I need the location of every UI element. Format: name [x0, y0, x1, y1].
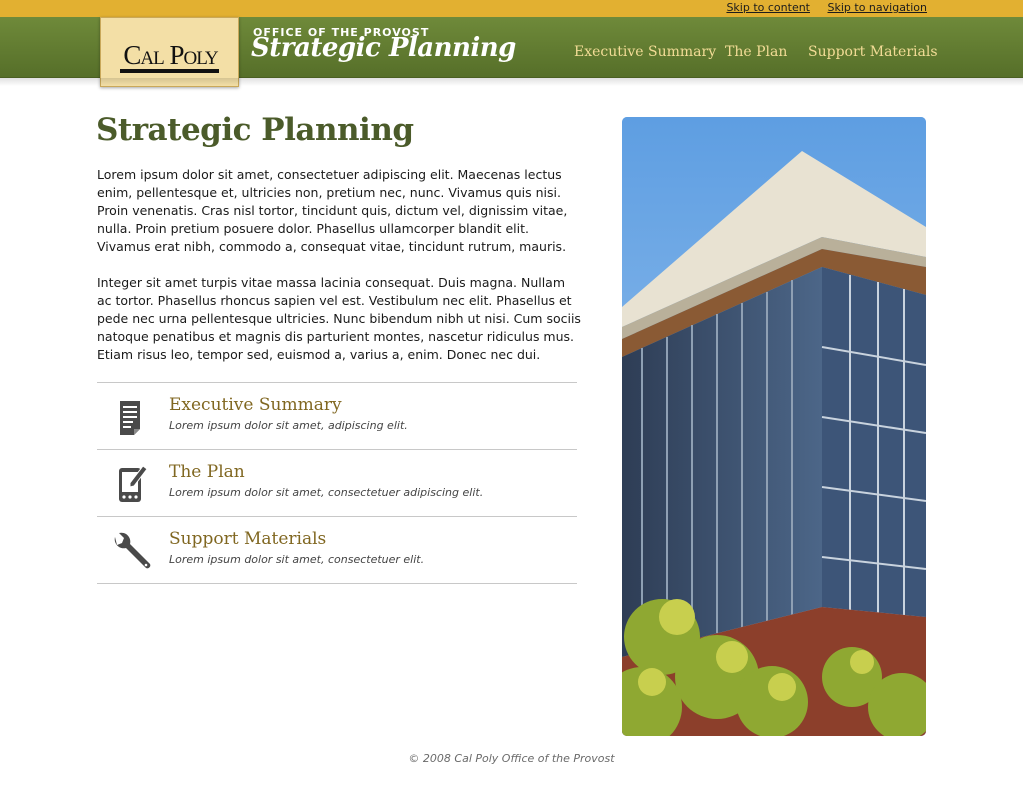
tablet-pen-icon — [119, 465, 148, 502]
feature-support-materials[interactable]: Support Materials Lorem ipsum dolor sit … — [97, 517, 577, 584]
skip-to-content-link[interactable]: Skip to content — [726, 1, 810, 14]
header-shadow — [0, 78, 1023, 86]
nav-support-materials[interactable]: Support Materials — [808, 44, 938, 60]
feature-title[interactable]: Support Materials — [169, 529, 326, 549]
intro-paragraph: Lorem ipsum dolor sit amet, consectetuer… — [97, 167, 568, 254]
feature-executive-summary[interactable]: Executive Summary Lorem ipsum dolor sit … — [97, 383, 577, 450]
feature-description: Lorem ipsum dolor sit amet, adipiscing e… — [169, 419, 408, 432]
building-illustration — [622, 117, 926, 736]
nav-the-plan[interactable]: The Plan — [725, 44, 787, 60]
nav-executive-summary[interactable]: Executive Summary — [574, 44, 716, 60]
footer-copyright: © 2008 Cal Poly Office of the Provost — [408, 752, 615, 765]
wrench-icon — [114, 532, 151, 569]
feature-list: Executive Summary Lorem ipsum dolor sit … — [97, 382, 577, 584]
logo-underline — [120, 69, 219, 73]
building-photo — [622, 117, 926, 736]
cal-poly-logo[interactable]: Cal Poly — [100, 17, 239, 87]
page-title: Strategic Planning — [96, 112, 414, 148]
feature-title[interactable]: The Plan — [169, 462, 245, 482]
feature-description: Lorem ipsum dolor sit amet, consectetuer… — [169, 486, 484, 499]
logo-text: Cal Poly — [123, 40, 218, 70]
skip-to-navigation-link[interactable]: Skip to navigation — [828, 1, 928, 14]
document-icon — [120, 401, 140, 435]
top-bar: Skip to content Skip to navigation — [0, 0, 1023, 17]
skip-links: Skip to content Skip to navigation — [712, 1, 927, 14]
feature-the-plan[interactable]: The Plan Lorem ipsum dolor sit amet, con… — [97, 450, 577, 517]
header-bar: Cal Poly OFFICE OF THE PROVOST Strategic… — [0, 17, 1023, 87]
feature-title[interactable]: Executive Summary — [169, 395, 342, 415]
site-title[interactable]: Strategic Planning — [251, 33, 516, 63]
second-paragraph: Integer sit amet turpis vitae massa laci… — [97, 275, 581, 362]
feature-description: Lorem ipsum dolor sit amet, consectetuer… — [169, 553, 425, 566]
